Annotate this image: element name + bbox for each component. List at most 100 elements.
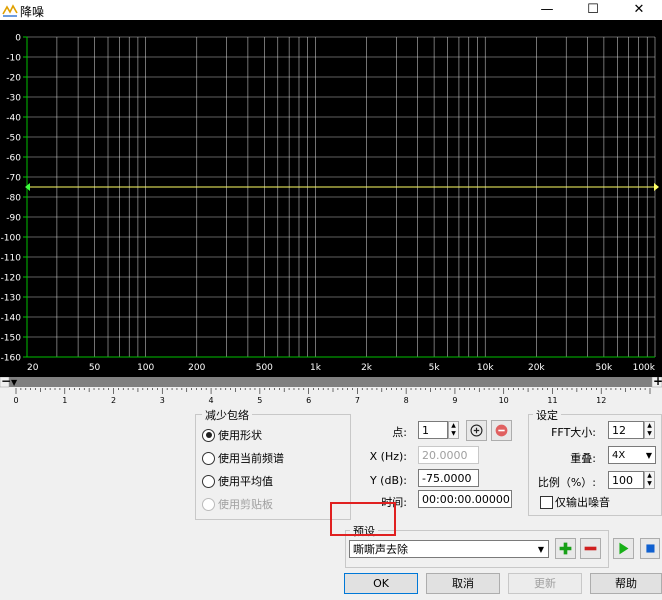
play-preview-button[interactable] bbox=[613, 538, 634, 559]
y-tick-label: -110 bbox=[1, 254, 22, 264]
add-point-button[interactable] bbox=[466, 420, 487, 441]
series-layer bbox=[25, 183, 659, 191]
output-noise-only-checkbox[interactable] bbox=[540, 496, 553, 509]
overlap-label: 重叠: bbox=[570, 452, 596, 465]
y-tick-label: -100 bbox=[1, 234, 22, 244]
x-tick-label: 50k bbox=[596, 363, 613, 373]
x-tick-label: 2k bbox=[361, 363, 373, 373]
title-bar: 降噪 — ☐ ✕ bbox=[0, 0, 662, 20]
y-tick-label: -60 bbox=[6, 154, 21, 164]
minimize-button[interactable]: — bbox=[524, 0, 570, 20]
fft-size-spinner[interactable]: ▲ ▼ bbox=[644, 421, 655, 439]
chevron-down-icon: ▼ bbox=[645, 451, 652, 460]
zoom-out-icon[interactable]: − bbox=[1, 374, 11, 388]
radio-use-clipboard: 使用剪贴板 bbox=[202, 496, 273, 512]
stop-preview-button[interactable] bbox=[640, 538, 660, 559]
radio-label: 使用当前频谱 bbox=[218, 452, 284, 465]
ruler-label: 1 bbox=[62, 396, 67, 405]
y-tick-label: -150 bbox=[1, 334, 22, 344]
x-tick-label: 20 bbox=[27, 363, 39, 373]
x-tick-label: 20k bbox=[528, 363, 545, 373]
maximize-button[interactable]: ☐ bbox=[570, 0, 616, 20]
reduce-envelope-legend: 减少包络 bbox=[202, 407, 252, 423]
x-hz-label: X (Hz): bbox=[369, 450, 407, 463]
radio-use-current-spectrum[interactable]: 使用当前频谱 bbox=[202, 450, 284, 466]
radio-dot[interactable] bbox=[202, 474, 215, 488]
ruler-label: 3 bbox=[160, 396, 165, 405]
highlight-annotation-box bbox=[330, 502, 396, 536]
radio-dot[interactable] bbox=[202, 428, 215, 442]
ruler-label: 5 bbox=[257, 396, 262, 405]
add-preset-button[interactable] bbox=[555, 538, 576, 559]
y-tick-label: -10 bbox=[6, 54, 21, 64]
window-title: 降噪 bbox=[20, 5, 45, 19]
ruler-label: 9 bbox=[452, 396, 457, 405]
y-db-input[interactable]: -75.0000 bbox=[418, 469, 479, 487]
ratio-label: 比例（%）: bbox=[537, 476, 596, 489]
cancel-button[interactable]: 取消 bbox=[426, 573, 500, 594]
y-tick-label: -50 bbox=[6, 134, 21, 144]
ruler-label: 2 bbox=[111, 396, 116, 405]
settings-legend: 设定 bbox=[533, 407, 561, 423]
point-label: 点: bbox=[392, 426, 407, 439]
fft-size-label: FFT大小: bbox=[551, 426, 596, 439]
x-tick-label: 100 bbox=[137, 363, 154, 373]
y-tick-label: -20 bbox=[6, 74, 21, 84]
radio-use-shape[interactable]: 使用形状 bbox=[202, 427, 262, 443]
label-layer: 0 -10 -20 -30 -40 -50 -60 -70 -80 -90 -100 -110 -120… bbox=[1, 34, 656, 374]
x-tick-label: 1k bbox=[310, 363, 322, 373]
overlap-value: 4X bbox=[612, 450, 626, 461]
y-tick-label: -160 bbox=[1, 354, 22, 364]
y-tick-label: -120 bbox=[1, 274, 22, 284]
radio-dot[interactable] bbox=[202, 451, 215, 465]
ruler-label: 4 bbox=[209, 396, 214, 405]
radio-label: 使用形状 bbox=[218, 429, 262, 442]
close-button[interactable]: ✕ bbox=[616, 0, 662, 20]
reduce-envelope-group: 减少包络 使用形状 使用当前频谱 使用平均值 使用剪贴板 bbox=[195, 407, 351, 520]
overlap-select[interactable]: 4X ▼ bbox=[608, 446, 656, 464]
x-tick-label: 5k bbox=[429, 363, 441, 373]
help-button[interactable]: 帮助 bbox=[590, 573, 662, 594]
ruler-label: 10 bbox=[499, 396, 509, 405]
update-button: 更新 bbox=[508, 573, 582, 594]
ruler-label: 7 bbox=[355, 396, 360, 405]
ok-button[interactable]: OK bbox=[344, 573, 418, 594]
radio-use-average[interactable]: 使用平均值 bbox=[202, 473, 273, 489]
y-tick-label: 0 bbox=[15, 34, 21, 44]
y-db-label: Y (dB): bbox=[369, 474, 407, 487]
preset-select[interactable]: 嘶嘶声去除 ▼ bbox=[349, 540, 549, 558]
y-tick-label: -30 bbox=[6, 94, 21, 104]
ruler-label: 6 bbox=[306, 396, 311, 405]
output-noise-only-label: 仅输出噪音 bbox=[555, 496, 610, 509]
control-point bbox=[654, 183, 659, 191]
ratio-input[interactable]: 100 bbox=[608, 471, 644, 489]
radio-dot bbox=[202, 497, 215, 511]
fft-size-input[interactable]: 12 bbox=[608, 421, 644, 439]
x-tick-label: 10k bbox=[477, 363, 494, 373]
zoom-in-icon[interactable]: + bbox=[653, 374, 662, 388]
y-tick-label: -140 bbox=[1, 314, 22, 324]
ruler-label: 12 bbox=[596, 396, 606, 405]
point-input[interactable]: 1 bbox=[418, 421, 448, 439]
range-start-marker-icon[interactable]: ▼ bbox=[11, 378, 17, 387]
ruler-label: 8 bbox=[404, 396, 409, 405]
point-spinner[interactable]: ▲ ▼ bbox=[448, 421, 459, 439]
time-input[interactable]: 00:00:00.00000 bbox=[418, 490, 512, 508]
ruler-label: 0 bbox=[13, 396, 18, 405]
app-logo-icon bbox=[2, 4, 18, 17]
ruler-label: 11 bbox=[547, 396, 557, 405]
x-tick-label: 100k bbox=[633, 363, 656, 373]
ruler-ticks: 0 1 2 3 4 5 6 7 8 9 10 11 12 bbox=[13, 388, 651, 405]
radio-label: 使用剪贴板 bbox=[218, 498, 273, 511]
delete-preset-button[interactable] bbox=[580, 538, 601, 559]
y-tick-label: -40 bbox=[6, 114, 21, 124]
grid-layer bbox=[26, 36, 656, 358]
ratio-spinner[interactable]: ▲ ▼ bbox=[644, 471, 655, 489]
spectrum-graph[interactable]: 0 -10 -20 -30 -40 -50 -60 -70 -80 -90 -100 -110 -120… bbox=[0, 20, 662, 377]
y-tick-label: -130 bbox=[1, 294, 22, 304]
x-hz-field: 20.0000 bbox=[418, 446, 479, 464]
y-tick-label: -70 bbox=[6, 174, 21, 184]
x-tick-label: 500 bbox=[256, 363, 273, 373]
timeline-ruler[interactable]: 0 1 2 3 4 5 6 7 8 9 10 11 12 bbox=[0, 377, 662, 405]
remove-point-button[interactable] bbox=[491, 420, 512, 441]
